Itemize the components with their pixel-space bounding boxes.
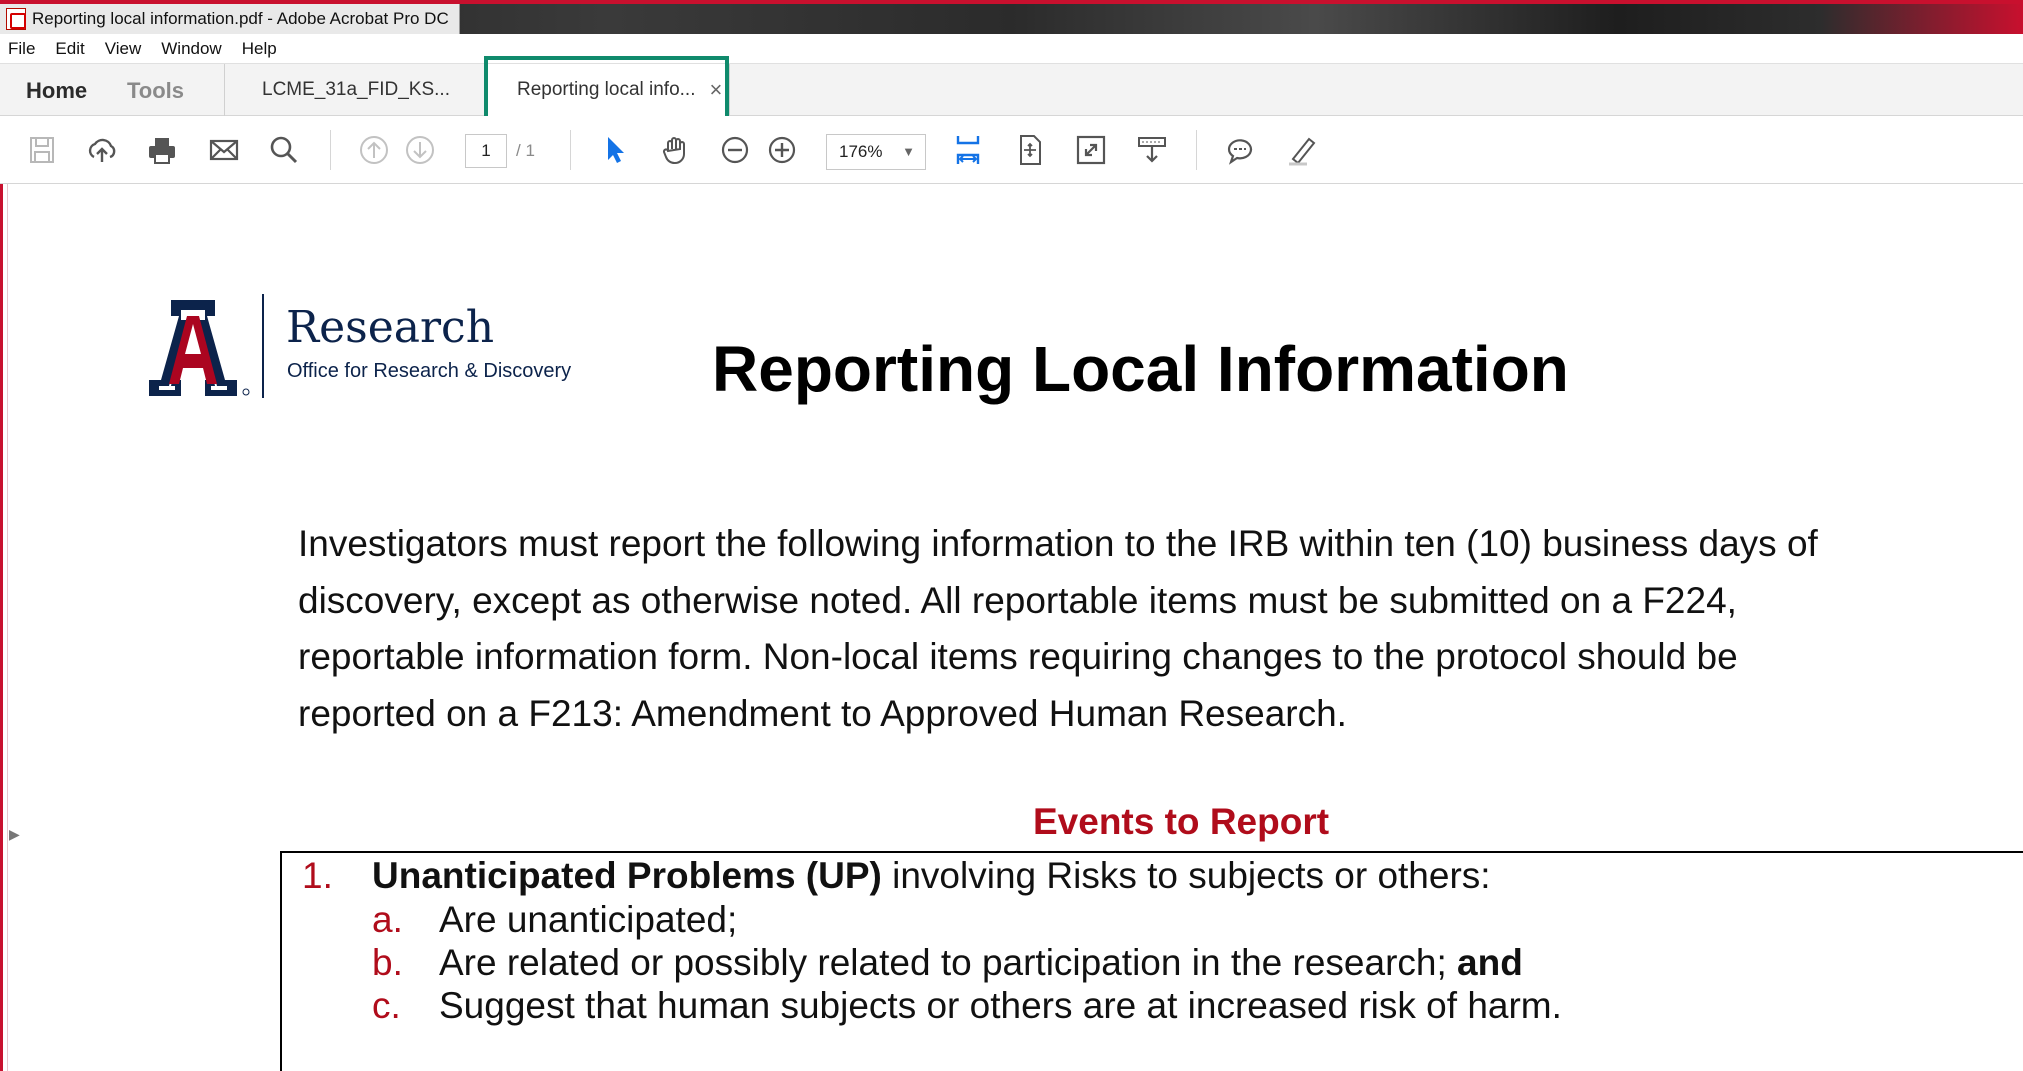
sub-item: Are related or possibly related to parti… xyxy=(439,942,1523,984)
email-icon[interactable] xyxy=(206,132,242,168)
sub-item: Are unanticipated; xyxy=(439,899,738,940)
intro-paragraph: Investigators must report the following … xyxy=(298,516,2023,742)
menu-window[interactable]: Window xyxy=(161,39,221,59)
document-view[interactable]: ▶ Research Office for Research & Discove… xyxy=(0,184,2023,1071)
menu-help[interactable]: Help xyxy=(242,39,277,59)
read-mode-icon[interactable] xyxy=(1134,132,1170,168)
expand-panel-icon[interactable]: ▶ xyxy=(9,826,20,843)
tab-home[interactable]: Home xyxy=(26,78,87,104)
title-bar: Reporting local information.pdf - Adobe … xyxy=(0,0,2023,34)
zoom-value: 176% xyxy=(839,142,883,161)
list-letter: a. xyxy=(372,899,403,940)
tab-document-lcme[interactable]: LCME_31a_FID_KS... xyxy=(225,64,487,116)
close-tab-icon[interactable]: × xyxy=(710,77,723,103)
zoom-level-select[interactable]: 176% ▼ xyxy=(826,134,926,170)
sub-item: Suggest that human subjects or others ar… xyxy=(439,985,1562,1026)
intro-line: Investigators must report the following … xyxy=(298,523,1818,564)
window-title: Reporting local information.pdf - Adobe … xyxy=(32,9,449,28)
highlight-pen-icon[interactable] xyxy=(1284,132,1320,168)
sub-item-text: Are related or possibly related to parti… xyxy=(439,942,1458,983)
hand-tool-icon[interactable] xyxy=(658,132,694,168)
print-icon[interactable] xyxy=(144,132,180,168)
toolbar-divider xyxy=(330,130,331,170)
chevron-down-icon: ▼ xyxy=(902,144,915,159)
event-item-1: Unanticipated Problems (UP) involving Ri… xyxy=(372,855,1491,897)
zoom-in-icon[interactable] xyxy=(764,132,800,168)
next-page-icon[interactable] xyxy=(402,132,438,168)
fit-width-icon[interactable] xyxy=(950,132,986,168)
acrobat-app-icon xyxy=(6,8,26,30)
tab-label: Reporting local info... xyxy=(517,79,696,100)
title-wrap: Reporting local information.pdf - Adobe … xyxy=(0,4,460,34)
event-item-text: involving Risks to subjects or others: xyxy=(881,855,1491,896)
tab-bar: Home Tools LCME_31a_FID_KS... Reporting … xyxy=(0,64,2023,116)
page-total: / 1 xyxy=(516,141,535,160)
search-icon[interactable] xyxy=(266,132,302,168)
toolbar-divider xyxy=(1196,130,1197,170)
full-screen-icon[interactable] xyxy=(1073,132,1109,168)
menu-file[interactable]: File xyxy=(8,39,35,59)
intro-line: discovery, except as otherwise noted. Al… xyxy=(298,579,1737,621)
events-heading: Events to Report xyxy=(1033,801,1330,842)
tab-tools[interactable]: Tools xyxy=(127,78,184,104)
fit-page-icon[interactable] xyxy=(1012,132,1048,168)
previous-page-icon[interactable] xyxy=(356,132,392,168)
comment-icon[interactable] xyxy=(1222,132,1258,168)
event-item-bold: Unanticipated Problems (UP) xyxy=(372,855,882,896)
tab-label: LCME_31a_FID_KS... xyxy=(262,79,450,100)
window-border xyxy=(0,184,3,1071)
tab-divider xyxy=(729,64,730,116)
sub-item-bold: and xyxy=(1457,942,1523,983)
select-cursor-icon[interactable] xyxy=(597,132,633,168)
save-icon[interactable] xyxy=(24,132,60,168)
tab-document-reporting[interactable]: Reporting local info... × xyxy=(487,64,729,116)
intro-line: reported on a F213: Amendment to Approve… xyxy=(298,692,1347,734)
logo-subtitle: Office for Research & Discovery xyxy=(287,360,572,382)
toolbar-divider xyxy=(570,130,571,170)
list-letter: c. xyxy=(372,985,401,1026)
university-of-arizona-logo xyxy=(149,300,250,396)
list-number: 1. xyxy=(302,855,333,896)
menu-edit[interactable]: Edit xyxy=(55,39,84,59)
logo-research-text: Research xyxy=(286,302,495,353)
toolbar: 1 / 1 176% ▼ xyxy=(0,116,2023,184)
document-title: Reporting Local Information xyxy=(712,333,1569,405)
cloud-upload-icon[interactable] xyxy=(84,132,120,168)
menu-bar: File Edit View Window Help xyxy=(0,34,2023,64)
events-table: 1. Unanticipated Problems (UP) involving… xyxy=(280,851,2023,1071)
list-letter: b. xyxy=(372,942,403,983)
page-number-input[interactable]: 1 xyxy=(465,134,507,168)
zoom-out-icon[interactable] xyxy=(717,132,753,168)
menu-view[interactable]: View xyxy=(105,39,142,59)
intro-line: reportable information form. Non-local i… xyxy=(298,636,1738,677)
logo-divider xyxy=(262,294,264,398)
